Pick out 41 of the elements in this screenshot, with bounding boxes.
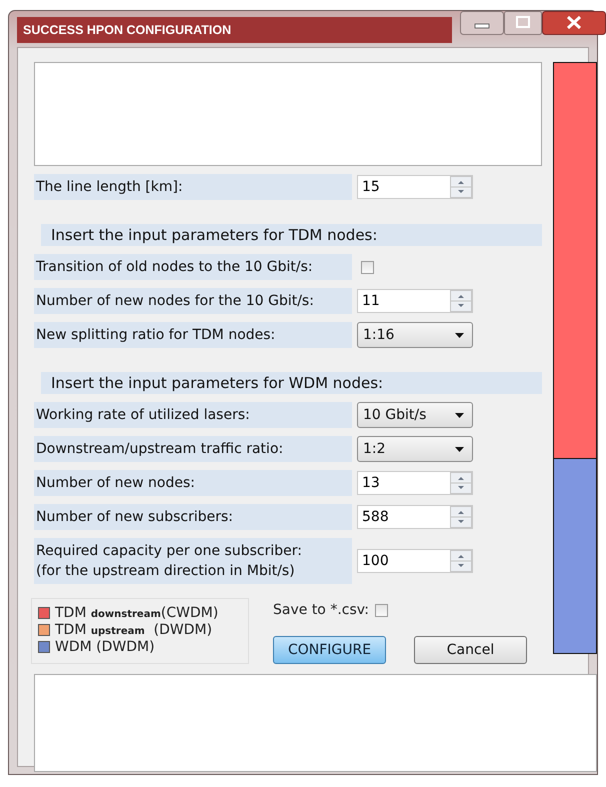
checkbox-label: Save to *.csv: [273, 602, 369, 618]
dropdown[interactable]: 1:16 [357, 322, 473, 348]
number-field[interactable]: 100 [357, 549, 473, 573]
legend-label: WDM (DWDM) [55, 639, 155, 655]
field-label: The line length [km]: [34, 174, 352, 200]
checkbox[interactable] [361, 260, 374, 274]
caret-icon [455, 332, 464, 338]
field-label: Number of new nodes for the 10 Gbit/s: [34, 288, 352, 314]
window-title: SUCCESS HPON CONFIGURATION [17, 17, 452, 43]
field-label: Number of new subscribers: [34, 504, 352, 530]
number-field[interactable]: 13 [357, 471, 473, 495]
configure-button[interactable]: CONFIGURE [273, 636, 386, 664]
section-heading: Insert the input parameters for WDM nodes: [41, 372, 542, 394]
maximize-icon[interactable] [504, 11, 542, 35]
dropdown[interactable]: 1:2 [357, 436, 473, 462]
legend-label: TDM downstream(CWDM) [55, 605, 218, 621]
text-area[interactable] [34, 62, 542, 166]
field-label: Transition of old nodes to the 10 Gbit/s: [34, 254, 352, 280]
field-label: Required capacity per one subscriber: (for the upstream direction in Mbit/s) [34, 538, 352, 584]
dropdown[interactable]: 10 Gbit/s [357, 402, 473, 428]
legend-label: TDM upstream (DWDM) [55, 622, 212, 638]
spinner-icon[interactable] [450, 550, 472, 572]
field-label: Working rate of utilized lasers: [34, 402, 352, 428]
caret-icon [455, 446, 464, 452]
spinner-icon[interactable] [450, 506, 472, 528]
caret-icon [455, 412, 464, 418]
spinner-icon[interactable] [450, 290, 472, 312]
section-heading: Insert the input parameters for TDM nodes: [41, 224, 542, 246]
field-label: Number of new nodes: [34, 470, 352, 496]
spinner-icon[interactable] [450, 176, 472, 198]
spinner-icon[interactable] [450, 472, 472, 494]
output-text-area[interactable] [34, 674, 597, 772]
number-field[interactable]: 15 [357, 175, 473, 199]
field-label: New splitting ratio for TDM nodes: [34, 322, 352, 348]
number-field[interactable]: 11 [357, 289, 473, 313]
number-field[interactable]: 588 [357, 505, 473, 529]
cancel-button[interactable]: Cancel [414, 636, 527, 664]
checkbox[interactable] [375, 604, 388, 616]
field-label: Downstream/upstream traffic ratio: [34, 436, 352, 462]
minimize-icon[interactable] [460, 11, 504, 35]
close-icon[interactable] [542, 11, 606, 35]
